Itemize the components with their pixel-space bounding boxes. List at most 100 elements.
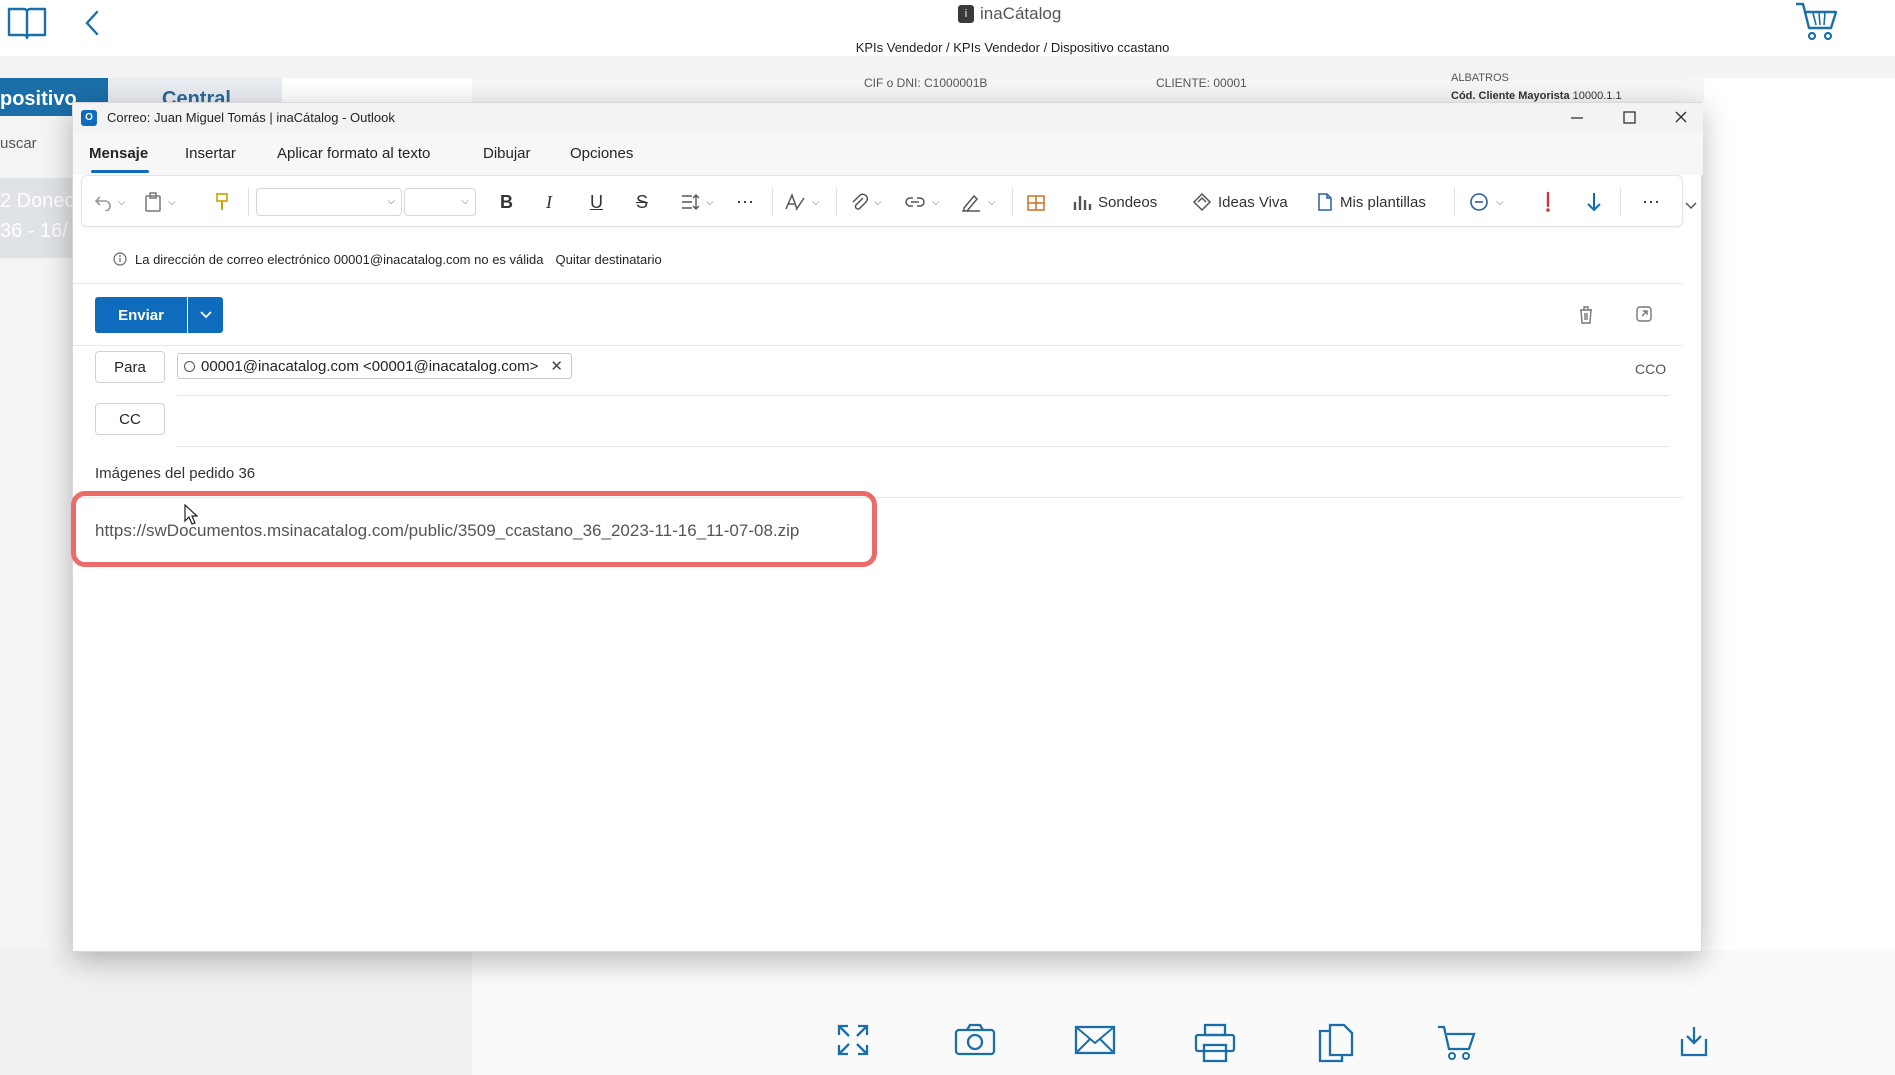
signature-pen-icon: [962, 194, 980, 212]
toolbar-separator: [1620, 188, 1621, 216]
remove-recipient-link[interactable]: Quitar destinatario: [556, 252, 662, 267]
tab-aplicar-formato[interactable]: Aplicar formato al texto: [277, 145, 430, 162]
apps-icon: [1027, 195, 1045, 211]
templates-button[interactable]: Mis plantillas: [1316, 176, 1426, 228]
undo-button[interactable]: ⌵: [94, 176, 126, 228]
back-chevron-icon[interactable]: [84, 10, 100, 36]
cod-cliente-value: 10000.1.1: [1572, 90, 1622, 102]
templates-icon: [1318, 193, 1332, 211]
tab-opciones[interactable]: Opciones: [570, 145, 633, 162]
more-options-button[interactable]: ⋯: [1642, 176, 1660, 228]
camera-icon[interactable]: [954, 1023, 996, 1057]
viva-ideas-icon: [1192, 192, 1212, 212]
expand-icon[interactable]: [836, 1023, 870, 1057]
font-family-select[interactable]: ⌵: [256, 188, 402, 216]
discard-button[interactable]: [1577, 305, 1595, 325]
polls-button[interactable]: Sondeos: [1072, 176, 1157, 228]
format-painter-button[interactable]: [214, 176, 230, 228]
attach-button[interactable]: ⌵: [850, 176, 882, 228]
search-field-partial[interactable]: uscar: [0, 135, 37, 152]
list-item[interactable]: 2 Donec 36 - 16/: [0, 178, 75, 258]
more-formatting-button[interactable]: ⋯: [736, 176, 755, 228]
cod-cliente: Cód. Cliente Mayorista 10000.1.1: [1451, 90, 1622, 102]
chevron-down-icon: ⌵: [706, 196, 714, 208]
tab-central[interactable]: Central: [108, 78, 282, 102]
subject-input[interactable]: Imágenes del pedido 36: [95, 465, 255, 482]
dictate-button[interactable]: ⌵: [1468, 176, 1504, 228]
list-item-subtitle: 36 - 16/: [0, 220, 68, 242]
viva-ideas-label: Ideas Viva: [1218, 193, 1288, 211]
tab-insertar[interactable]: Insertar: [185, 145, 236, 162]
presence-icon: [184, 360, 195, 372]
albatros-label: ALBATROS: [1451, 72, 1509, 84]
cliente-label: CLIENTE: 00001: [1156, 76, 1247, 90]
bold-button[interactable]: B: [500, 176, 513, 228]
to-button[interactable]: Para: [95, 351, 165, 383]
toolbar-separator: [248, 188, 249, 216]
format-painter-icon: [216, 193, 228, 210]
toolbar-separator: [772, 188, 773, 216]
underline-button[interactable]: U: [590, 176, 603, 228]
divider: [73, 345, 1683, 346]
pop-out-button[interactable]: [1635, 305, 1653, 323]
high-importance-button[interactable]: [1542, 176, 1554, 228]
recipient-chip[interactable]: 00001@inacatalog.com <00001@inacatalog.c…: [177, 353, 572, 379]
mail-icon[interactable]: [1074, 1023, 1116, 1057]
send-button[interactable]: Enviar: [95, 297, 187, 333]
cart-bottom-icon[interactable]: [1436, 1023, 1476, 1063]
styles-button[interactable]: ⌵: [784, 176, 820, 228]
infobar-message: La dirección de correo electrónico 00001…: [135, 251, 544, 267]
remove-recipient-icon[interactable]: ✕: [550, 357, 563, 375]
strikethrough-button[interactable]: S: [636, 176, 648, 228]
tab-dibujar[interactable]: Dibujar: [483, 145, 531, 162]
italic-button[interactable]: I: [546, 176, 552, 228]
cc-button[interactable]: CC: [95, 403, 165, 435]
chevron-down-icon: ⌵: [387, 196, 395, 207]
app-header-band: [0, 56, 1895, 78]
apps-button[interactable]: [1026, 176, 1046, 228]
chevron-down-icon: ⌵: [812, 196, 820, 208]
chevron-down-icon: ⌵: [1496, 196, 1504, 208]
paste-button[interactable]: ⌵: [144, 176, 176, 228]
highlight-annotation: [71, 491, 877, 567]
link-button[interactable]: ⌵: [904, 176, 940, 228]
to-underline: [177, 395, 1669, 396]
tab-mensaje[interactable]: Mensaje: [89, 145, 148, 162]
info-icon: [113, 252, 127, 266]
recipient-address: 00001@inacatalog.com <00001@inacatalog.c…: [201, 357, 539, 375]
line-spacing-button[interactable]: ⌵: [680, 176, 714, 228]
low-importance-button[interactable]: [1586, 176, 1602, 228]
toolbar-separator: [1012, 188, 1013, 216]
link-icon: [905, 197, 925, 207]
cc-input[interactable]: [177, 403, 1667, 437]
print-icon[interactable]: [1194, 1023, 1236, 1063]
brand-name: inaCátalog: [980, 4, 1062, 23]
cart-icon[interactable]: [1794, 0, 1840, 44]
chat-bubble-icon: [1470, 193, 1488, 211]
close-window-button[interactable]: [1669, 107, 1693, 129]
book-icon[interactable]: [6, 5, 48, 41]
download-to-tray-icon[interactable]: [1678, 1023, 1710, 1059]
signature-button[interactable]: ⌵: [960, 176, 996, 228]
minimize-button[interactable]: [1565, 107, 1589, 129]
paperclip-icon: [852, 193, 868, 210]
undo-icon: [94, 196, 111, 211]
list-item-title: 2 Donec: [0, 190, 75, 212]
toolbar-separator: [1454, 188, 1455, 216]
maximize-button[interactable]: [1617, 107, 1641, 129]
trash-icon: [1580, 306, 1592, 324]
copy-document-icon[interactable]: [1316, 1023, 1356, 1063]
polls-label: Sondeos: [1098, 193, 1158, 211]
templates-label: Mis plantillas: [1340, 193, 1426, 211]
exclamation-icon: [1546, 191, 1550, 212]
bcc-link[interactable]: CCO: [1635, 361, 1666, 377]
viva-ideas-button[interactable]: Ideas Viva: [1192, 176, 1288, 228]
chevron-down-icon: ⌵: [932, 196, 940, 208]
active-tab-indicator: [91, 170, 149, 173]
clipboard-icon: [145, 192, 161, 212]
expand-ribbon-chevron-icon[interactable]: [1684, 201, 1698, 211]
font-size-select[interactable]: ⌵: [404, 188, 476, 216]
send-options-button[interactable]: [188, 297, 223, 333]
bar-chart-icon: [1073, 196, 1092, 210]
message-body-editor[interactable]: https://swDocumentos.msinacatalog.com/pu…: [95, 511, 1675, 941]
